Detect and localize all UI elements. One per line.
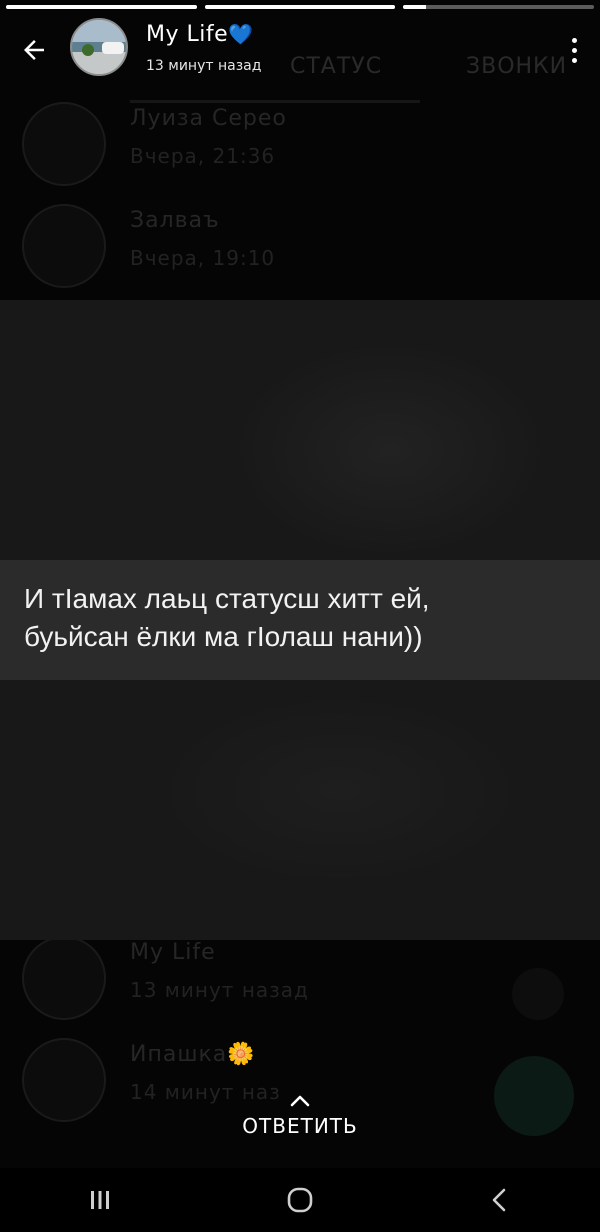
status-time: 13 минут назад — [146, 58, 262, 74]
more-vert-icon — [571, 37, 577, 43]
nav-back-button[interactable] — [460, 1175, 540, 1225]
ghost-item-name: Луиза Серео — [130, 106, 287, 131]
status-progress-bar — [6, 5, 595, 9]
home-icon — [287, 1187, 313, 1213]
progress-segment — [6, 5, 197, 9]
status-image-shading — [230, 340, 550, 560]
ghost-item-time: 13 минут назад — [130, 978, 309, 1002]
recents-button[interactable] — [60, 1175, 140, 1225]
ghost-avatar — [22, 204, 106, 288]
back-chevron-icon — [492, 1188, 506, 1212]
system-navigation-bar — [0, 1168, 600, 1232]
ghost-avatar — [22, 102, 106, 186]
ghost-item-name: My Life — [130, 940, 216, 965]
progress-fill — [6, 5, 197, 9]
progress-segment — [204, 5, 396, 9]
reply-button[interactable]: ОТВЕТИТЬ — [0, 1092, 600, 1138]
status-image-shading — [150, 690, 530, 890]
progress-fill — [403, 5, 427, 9]
ghost-item-name: Залваъ — [130, 208, 220, 233]
arrow-left-icon — [24, 40, 44, 60]
ghost-pencil-fab-icon — [512, 968, 564, 1020]
progress-segment — [403, 5, 595, 9]
more-vert-icon — [571, 57, 577, 63]
reply-label: ОТВЕТИТЬ — [242, 1114, 358, 1138]
status-caption: И тIамах лаьц статусш хитт ей, буьйсан ё… — [0, 560, 600, 680]
ghost-list-item: Луиза Серео Вчера, 21:36 — [0, 92, 600, 192]
blue-heart-icon: 💙 — [228, 22, 254, 46]
ghost-list-item: Залваъ Вчера, 19:10 — [0, 194, 600, 294]
status-header: My Life💙 13 минут назад — [0, 18, 600, 80]
more-options-button[interactable] — [562, 30, 586, 70]
ghost-item-name: Ипашка🌼 — [130, 1042, 256, 1067]
recents-icon — [91, 1191, 109, 1209]
contact-name: My Life💙 — [146, 22, 254, 47]
ghost-list-item: My Life 13 минут назад — [0, 926, 600, 1026]
avatar-photo-icon — [72, 20, 126, 74]
avatar[interactable] — [70, 18, 128, 76]
chevron-up-icon — [290, 1095, 310, 1107]
home-button[interactable] — [260, 1175, 340, 1225]
status-viewer-screen: СТАТУС ЗВОНКИ Луиза Серео Вчера, 21:36 З… — [0, 0, 600, 1232]
ghost-item-time: Вчера, 21:36 — [130, 144, 276, 168]
status-content[interactable]: И тIамах лаьц статусш хитт ей, буьйсан ё… — [0, 300, 600, 940]
ghost-item-time: Вчера, 19:10 — [130, 246, 276, 270]
back-button[interactable] — [14, 30, 54, 70]
ghost-avatar — [22, 936, 106, 1020]
progress-fill — [204, 5, 396, 9]
more-vert-icon — [571, 47, 577, 53]
contact-name-text: My Life — [146, 22, 229, 47]
